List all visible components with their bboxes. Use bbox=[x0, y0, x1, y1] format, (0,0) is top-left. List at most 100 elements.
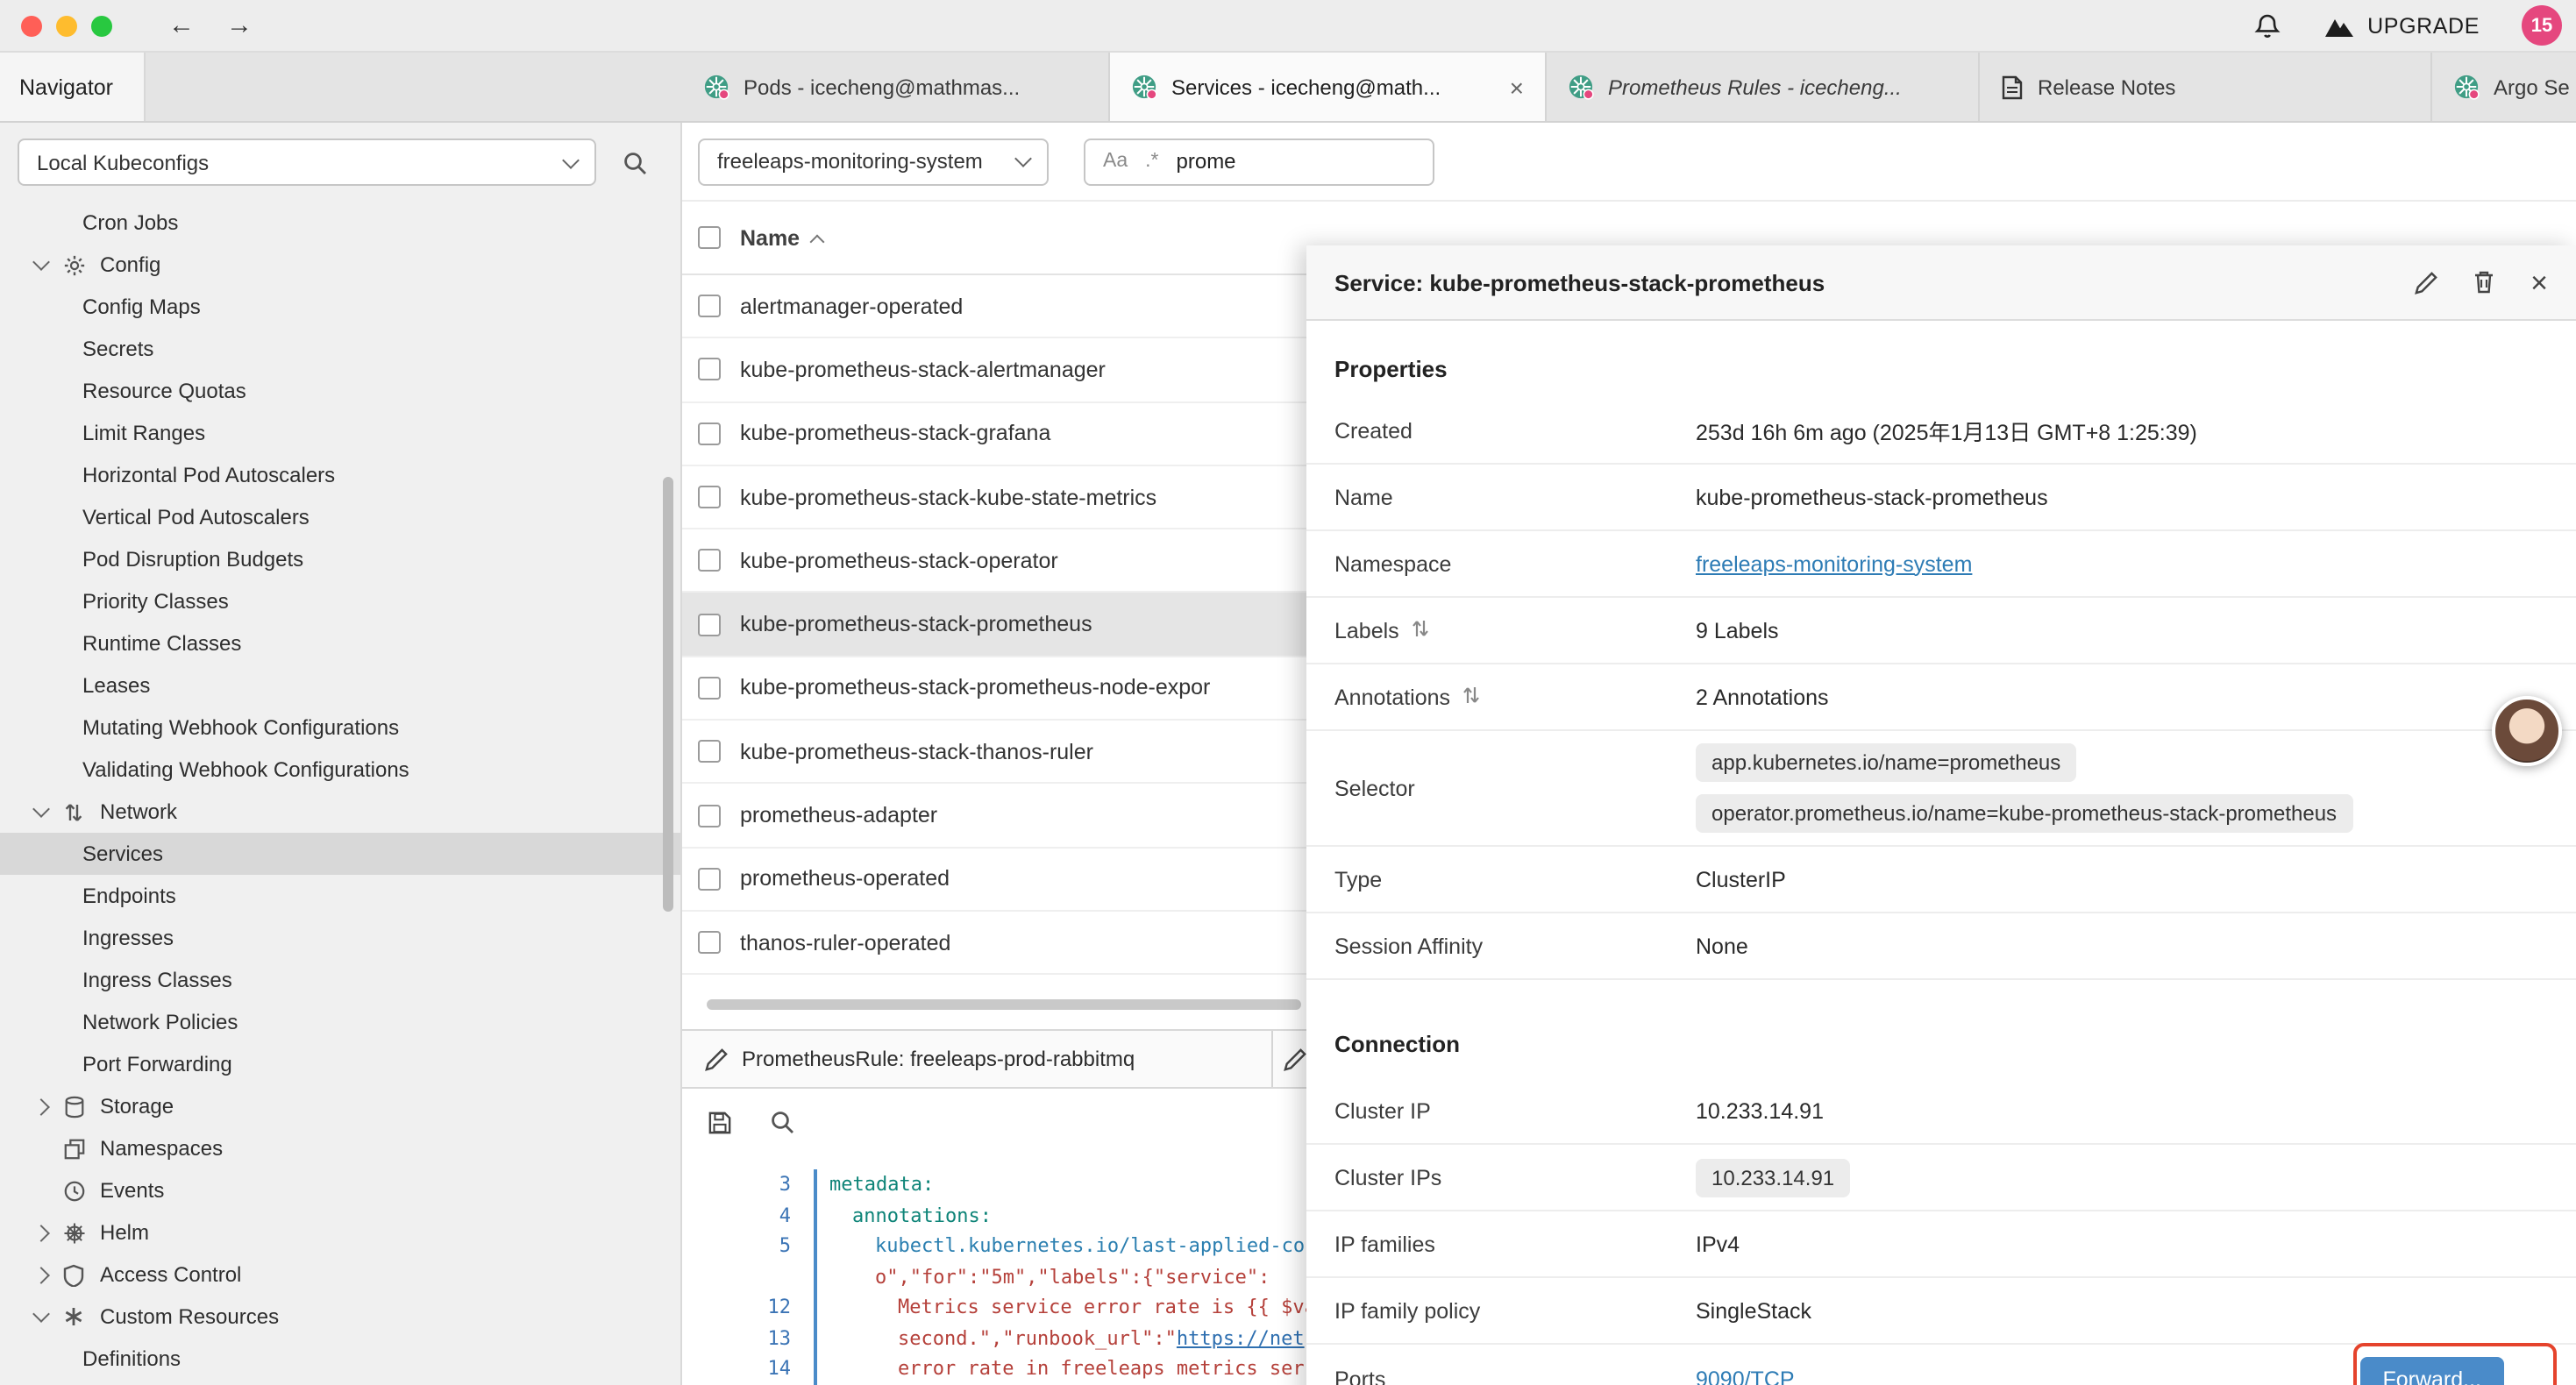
minimize-window-button[interactable] bbox=[56, 15, 77, 36]
detail-value: None bbox=[1696, 934, 1748, 958]
sidebar-item-pod-disruption-budgets[interactable]: Pod Disruption Budgets bbox=[0, 538, 680, 580]
row-checkbox[interactable] bbox=[698, 740, 721, 763]
sidebar-search-icon[interactable] bbox=[623, 150, 647, 174]
chevron-right-icon[interactable] bbox=[35, 1268, 63, 1281]
sidebar-item-resource-quotas[interactable]: Resource Quotas bbox=[0, 370, 680, 412]
sidebar-item-limit-ranges[interactable]: Limit Ranges bbox=[0, 412, 680, 454]
select-all-checkbox[interactable] bbox=[698, 226, 721, 249]
sidebar-item-network[interactable]: Network bbox=[0, 791, 680, 833]
notifications-bell-icon[interactable] bbox=[2253, 11, 2281, 39]
sidebar-item-runtime-classes[interactable]: Runtime Classes bbox=[0, 622, 680, 664]
row-checkbox[interactable] bbox=[698, 486, 721, 508]
namespace-select[interactable]: freeleaps-monitoring-system bbox=[698, 138, 1049, 185]
chevron-down-icon[interactable] bbox=[35, 808, 63, 815]
horizontal-scrollbar[interactable] bbox=[707, 999, 1301, 1010]
value-badge: 10.233.14.91 bbox=[1696, 1158, 1850, 1197]
sidebar-item-helm[interactable]: Helm bbox=[0, 1211, 680, 1254]
tab-argo-se[interactable]: Argo Se bbox=[2432, 53, 2576, 121]
sidebar-item-label: Ingresses bbox=[82, 926, 174, 950]
sidebar-item-endpoints[interactable]: Endpoints bbox=[0, 875, 680, 917]
detail-label: Namespace bbox=[1334, 551, 1696, 576]
sidebar-item-horizontal-pod-autoscalers[interactable]: Horizontal Pod Autoscalers bbox=[0, 454, 680, 496]
save-icon[interactable] bbox=[708, 1111, 731, 1133]
tab-close-icon[interactable]: × bbox=[1510, 73, 1524, 101]
tab-prometheus-rules-icecheng[interactable]: Prometheus Rules - icecheng... bbox=[1547, 53, 1980, 121]
navigator-tab[interactable]: Navigator bbox=[0, 53, 146, 121]
tab-pods-icecheng-mathmas[interactable]: Pods - icecheng@mathmas... bbox=[682, 53, 1110, 121]
namespace-link[interactable]: freeleaps-monitoring-system bbox=[1696, 551, 1972, 576]
sidebar-item-secrets[interactable]: Secrets bbox=[0, 328, 680, 370]
close-drawer-button[interactable]: × bbox=[2530, 267, 2548, 297]
sidebar-item-storage[interactable]: Storage bbox=[0, 1085, 680, 1127]
sidebar-item-custom-resources[interactable]: Custom Resources bbox=[0, 1296, 680, 1338]
main-body: Local Kubeconfigs Cron JobsConfigConfig … bbox=[0, 123, 2576, 1385]
document-icon bbox=[2001, 75, 2024, 99]
dock-tab-prometheusrule[interactable]: PrometheusRule: freeleaps-prod-rabbitmq bbox=[682, 1031, 1273, 1087]
forward-button[interactable]: Forward... bbox=[2359, 1356, 2504, 1385]
sidebar-item-events[interactable]: Events bbox=[0, 1169, 680, 1211]
sidebar-item-cron-jobs[interactable]: Cron Jobs bbox=[0, 202, 680, 244]
back-button[interactable]: ← bbox=[168, 11, 195, 40]
regex-toggle[interactable]: .* bbox=[1145, 151, 1158, 172]
sidebar-item-label: Events bbox=[100, 1178, 164, 1203]
delete-button[interactable] bbox=[2473, 270, 2495, 295]
line-number: 5 bbox=[682, 1231, 817, 1261]
row-checkbox[interactable] bbox=[698, 550, 721, 572]
sidebar-item-validating-webhook-configurations[interactable]: Validating Webhook Configurations bbox=[0, 749, 680, 791]
notification-count-badge[interactable]: 15 bbox=[2522, 5, 2562, 46]
row-checkbox[interactable] bbox=[698, 868, 721, 891]
sort-icon[interactable] bbox=[1412, 618, 1429, 643]
sidebar-item-ingress-classes[interactable]: Ingress Classes bbox=[0, 959, 680, 1001]
chevron-right-icon[interactable] bbox=[35, 1226, 63, 1239]
sidebar-item-network-policies[interactable]: Network Policies bbox=[0, 1001, 680, 1043]
row-checkbox[interactable] bbox=[698, 677, 721, 700]
tab-bar: Navigator Pods - icecheng@mathmas... Serv… bbox=[0, 53, 2576, 123]
sort-icon[interactable] bbox=[1462, 685, 1480, 709]
column-header-name[interactable]: Name bbox=[740, 225, 822, 250]
detail-label: Session Affinity bbox=[1334, 934, 1696, 958]
row-checkbox[interactable] bbox=[698, 422, 721, 444]
match-case-toggle[interactable]: Aa bbox=[1103, 151, 1128, 172]
tab-services-icecheng-math[interactable]: Services - icecheng@math...× bbox=[1110, 53, 1547, 121]
sidebar-item-access-control[interactable]: Access Control bbox=[0, 1254, 680, 1296]
sidebar-item-config-maps[interactable]: Config Maps bbox=[0, 286, 680, 328]
close-window-button[interactable] bbox=[21, 15, 42, 36]
chevron-right-icon[interactable] bbox=[35, 1100, 63, 1112]
tab-label: Pods - icecheng@mathmas... bbox=[744, 75, 1020, 99]
row-checkbox[interactable] bbox=[698, 359, 721, 381]
maximize-window-button[interactable] bbox=[91, 15, 112, 36]
kubeconfig-select[interactable]: Local Kubeconfigs bbox=[18, 138, 596, 186]
detail-row-type: TypeClusterIP bbox=[1306, 847, 2576, 913]
forward-button[interactable]: → bbox=[226, 11, 253, 40]
editor-search-icon[interactable] bbox=[770, 1110, 794, 1134]
sidebar-item-leases[interactable]: Leases bbox=[0, 664, 680, 707]
detail-label: Ports bbox=[1334, 1367, 1696, 1385]
sidebar-item-ingresses[interactable]: Ingresses bbox=[0, 917, 680, 959]
sidebar-item-config[interactable]: Config bbox=[0, 244, 680, 286]
row-checkbox[interactable] bbox=[698, 804, 721, 827]
chevron-down-icon[interactable] bbox=[35, 1313, 63, 1320]
port-link[interactable]: 9090/TCP bbox=[1696, 1367, 1795, 1385]
chevron-down-icon[interactable] bbox=[35, 261, 63, 268]
user-avatar[interactable] bbox=[2492, 696, 2562, 766]
sidebar-item-services[interactable]: Services bbox=[0, 833, 680, 875]
sidebar-item-mutating-webhook-configurations[interactable]: Mutating Webhook Configurations bbox=[0, 707, 680, 749]
column-label: Name bbox=[740, 225, 800, 250]
detail-value: kube-prometheus-stack-prometheus bbox=[1696, 485, 2048, 509]
row-checkbox[interactable] bbox=[698, 613, 721, 636]
row-checkbox[interactable] bbox=[698, 931, 721, 954]
sidebar-item-vertical-pod-autoscalers[interactable]: Vertical Pod Autoscalers bbox=[0, 496, 680, 538]
sidebar-item-definitions[interactable]: Definitions bbox=[0, 1338, 680, 1380]
sidebar-item-priority-classes[interactable]: Priority Classes bbox=[0, 580, 680, 622]
row-checkbox[interactable] bbox=[698, 295, 721, 317]
layers-icon bbox=[63, 1137, 100, 1160]
edit-button[interactable] bbox=[2415, 271, 2437, 294]
sidebar-item-namespaces[interactable]: Namespaces bbox=[0, 1127, 680, 1169]
upgrade-button[interactable]: UPGRADE bbox=[2323, 13, 2480, 38]
sidebar-item-port-forwarding[interactable]: Port Forwarding bbox=[0, 1043, 680, 1085]
sidebar-scrollbar[interactable] bbox=[663, 477, 673, 912]
tab-release-notes[interactable]: Release Notes bbox=[1980, 53, 2432, 121]
detail-row-ports: Ports9090/TCPForward...8080:reloader-web… bbox=[1306, 1345, 2576, 1385]
clock-icon bbox=[63, 1179, 100, 1202]
list-search-input[interactable]: Aa .* prome bbox=[1084, 138, 1434, 185]
